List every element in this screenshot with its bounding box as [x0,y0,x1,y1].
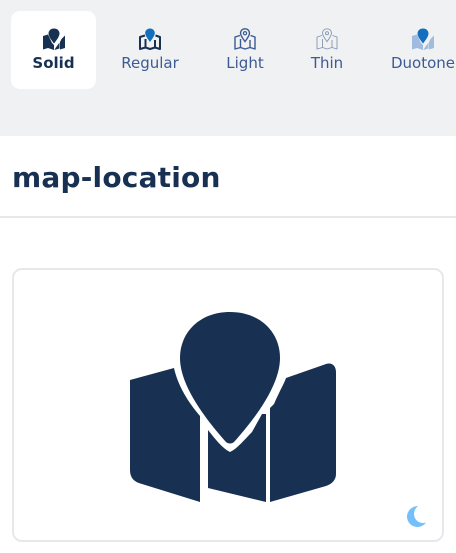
tab-light-label: Light [226,54,264,72]
map-location-icon [130,312,336,502]
tab-regular[interactable]: Regular [108,11,192,89]
tab-regular-label: Regular [121,54,179,72]
map-location-light-icon [234,28,256,50]
moon-icon[interactable] [404,504,428,528]
tab-thin-label: Thin [310,54,344,72]
tab-duotone[interactable]: Duotone [381,11,456,89]
style-tab-bar: Solid Regular Light Thin Duotone [0,0,456,136]
tab-light[interactable]: Light [203,11,287,89]
tab-duotone-label: Duotone [390,54,456,72]
icon-preview-card [12,268,444,542]
tab-thin[interactable]: Thin [285,11,369,89]
tab-solid[interactable]: Solid [11,11,96,89]
map-location-duotone-icon [412,28,434,50]
page-title: map-location [12,161,221,194]
tab-solid-label: Solid [32,54,75,72]
map-location-thin-icon [316,28,338,50]
map-location-regular-icon [139,28,161,50]
map-location-solid-icon [42,28,65,50]
